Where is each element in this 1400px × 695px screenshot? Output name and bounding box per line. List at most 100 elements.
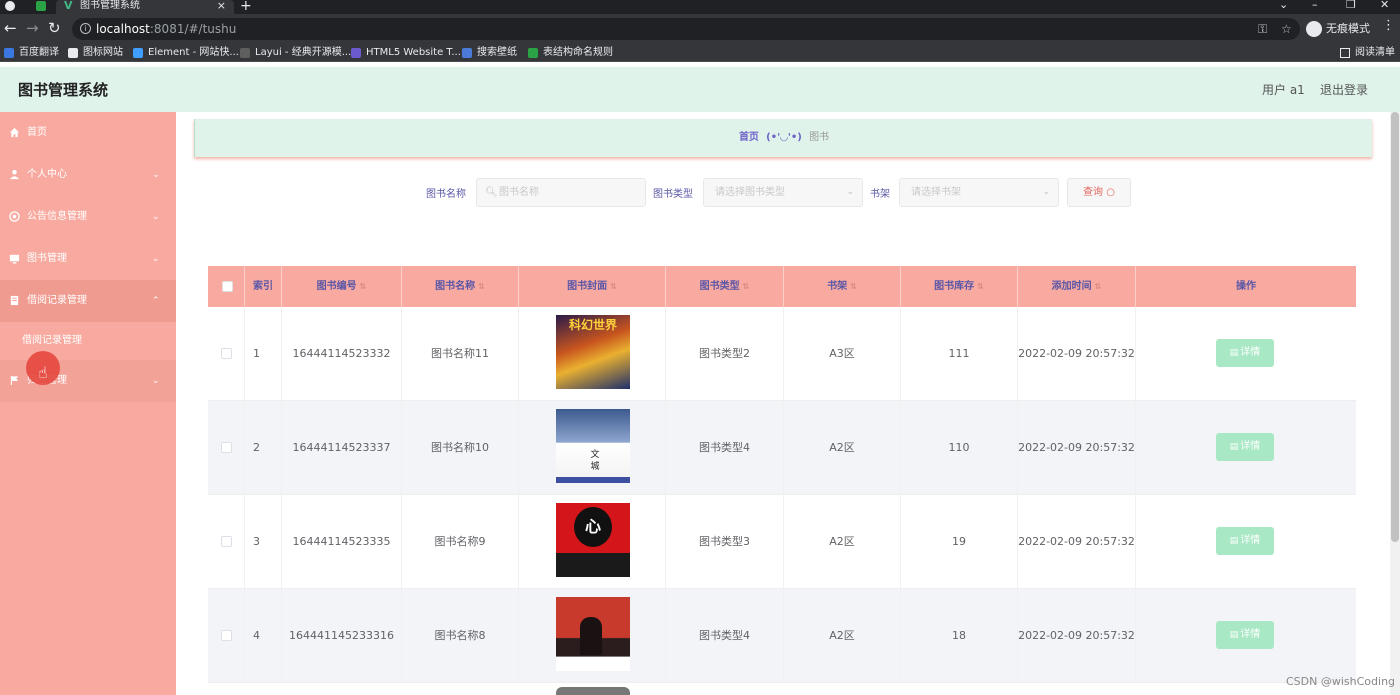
html5-icon [351, 48, 361, 58]
scrollbar-thumb[interactable] [1391, 112, 1399, 542]
new-tab-icon[interactable]: + [240, 0, 252, 14]
cell-index: 2 [245, 401, 282, 495]
cell-index: 4 [245, 589, 282, 683]
reload-icon[interactable]: ↻ [48, 20, 61, 36]
cell-code: 16444114523335 [282, 495, 402, 589]
cell-code: 16444114523332 [282, 307, 402, 401]
cell-time: 2022-02-09 20:57:32 [1018, 401, 1136, 495]
bookmark-item[interactable]: HTML5 Website T... [351, 46, 461, 60]
row-select-cell [208, 495, 245, 589]
shelf-select[interactable]: 请选择书架 ⌄ [899, 178, 1059, 207]
row-checkbox[interactable] [221, 442, 232, 453]
sidebar-item-announcements[interactable]: 公告信息管理 ⌄ [0, 196, 176, 238]
incognito-icon [1306, 21, 1322, 37]
book-type-label: 图书类型 [653, 189, 693, 200]
bookmark-item[interactable]: 表结构命名规则 [528, 46, 613, 60]
detail-button[interactable]: ▤ 详情 [1216, 527, 1274, 555]
site-info-icon[interactable]: i [80, 23, 91, 34]
sort-icon: ⇅ [977, 282, 984, 291]
tab-title: 图书管理系统 [80, 0, 140, 11]
cell-index: 1 [245, 307, 282, 401]
book-cover-image: 科幻世界 [556, 315, 630, 389]
forward-icon[interactable]: → [26, 20, 39, 36]
chevron-down-icon: ⌄ [152, 254, 160, 264]
bookmark-item[interactable]: 搜索壁纸 [462, 46, 517, 60]
browser-menu-kebab-icon[interactable]: ⋮ [1382, 18, 1395, 33]
restore-icon[interactable]: ❐ [1346, 0, 1356, 11]
cell-cover: 文城 [519, 401, 666, 495]
table-row: 3 16444114523335 图书名称9 心 图书类型3 A2区 19 20… [208, 495, 1356, 589]
incognito-label: 无痕模式 [1326, 22, 1370, 35]
browser-menu-icon[interactable] [5, 1, 15, 11]
element-icon [133, 48, 143, 58]
key-icon[interactable]: ⚿ [1258, 18, 1267, 40]
cell-actions: ▤ 详情 [1136, 307, 1356, 401]
close-window-icon[interactable]: ✕ [1380, 0, 1389, 11]
cell-actions: ▤ 详情 [1136, 589, 1356, 683]
bookmark-item[interactable]: 百度翻译 [4, 46, 59, 60]
select-all-cell [208, 266, 245, 307]
table-header: 索引 图书编号 ⇅ 图书名称 ⇅ 图书封面 ⇅ 图书类型 ⇅ 书架 ⇅ 图书库存 ⇅ 添加时… [208, 266, 1356, 307]
column-header-time[interactable]: 添加时间 ⇅ [1018, 266, 1136, 307]
row-checkbox[interactable] [221, 536, 232, 547]
cell-index: 3 [245, 495, 282, 589]
book-name-input[interactable]: 🔍︎ 图书名称 [476, 178, 646, 207]
column-header-cover[interactable]: 图书封面 ⇅ [519, 266, 666, 307]
query-button[interactable]: 查询 ○ [1067, 178, 1131, 207]
column-header-actions: 操作 [1236, 281, 1256, 292]
sidebar-item-personal-center[interactable]: 个人中心 ⌄ [0, 154, 176, 196]
book-cover-image: 文城 [556, 409, 630, 483]
active-tab[interactable]: V 图书管理系统 × [56, 0, 234, 14]
detail-button[interactable]: ▤ 详情 [1216, 339, 1274, 367]
column-header-shelf[interactable]: 书架 ⇅ [784, 266, 901, 307]
breadcrumb-current: 图书 [809, 132, 830, 143]
sort-icon: ⇅ [742, 282, 750, 291]
column-header-index[interactable]: 索引 [245, 266, 282, 307]
book-name-placeholder: 图书名称 [499, 187, 539, 198]
book-type-select[interactable]: 请选择图书类型 ⌄ [703, 178, 863, 207]
vue-favicon-icon: V [64, 0, 73, 12]
column-header-type[interactable]: 图书类型 ⇅ [666, 266, 784, 307]
column-header-code[interactable]: 图书编号 ⇅ [282, 266, 402, 307]
bookmarks-bar: 百度翻译 图标网站 Element - 网站快... Layui - 经典开源模… [0, 44, 1400, 62]
url-input[interactable]: i localhost:8081/#/tushu ⚿ ☆ [72, 18, 1300, 40]
detail-button[interactable]: ▤ 详情 [1216, 433, 1274, 461]
shelf-placeholder: 请选择书架 [911, 187, 961, 198]
bookmark-star-icon[interactable]: ☆ [1281, 18, 1292, 40]
cell-cover: 心 [519, 495, 666, 589]
browser-tab-bar: V 图书管理系统 × + ⌄ – ❐ ✕ [0, 0, 1400, 14]
sidebar-item-borrow-records[interactable]: 借阅记录管理 ⌃ [0, 280, 176, 322]
select-all-checkbox[interactable] [222, 281, 233, 292]
book-type-placeholder: 请选择图书类型 [715, 187, 785, 198]
sidebar-item-books[interactable]: 图书管理 ⌄ [0, 238, 176, 280]
reading-list[interactable]: 阅读清单 [1340, 46, 1395, 60]
cover-band [556, 553, 630, 577]
cell-shelf: A2区 [784, 401, 901, 495]
bookmark-item[interactable]: Layui - 经典开源模... [240, 46, 351, 60]
bookmark-item[interactable]: 图标网站 [68, 46, 123, 60]
back-icon[interactable]: ← [4, 20, 17, 36]
row-select-cell [208, 589, 245, 683]
sort-icon: ⇅ [359, 282, 367, 291]
logout-link[interactable]: 退出登录 [1320, 81, 1368, 98]
search-icon: 🔍︎ [485, 187, 498, 198]
cell-code: 164441145233316 [282, 589, 402, 683]
bookmark-item[interactable]: Element - 网站快... [133, 46, 239, 60]
row-checkbox[interactable] [221, 348, 232, 359]
tab-close-icon[interactable]: × [217, 0, 226, 12]
sidebar-item-home[interactable]: 首页 [0, 112, 176, 154]
minimize-icon[interactable]: – [1312, 0, 1318, 11]
tab-search-icon[interactable]: ⌄ [1279, 0, 1288, 11]
sidebar-item-label: 借阅记录管理 [22, 335, 82, 346]
sidebar-subitem-borrow-records[interactable]: 借阅记录管理 [0, 322, 176, 360]
page-scrollbar[interactable] [1390, 112, 1400, 695]
url-host: localhost [96, 22, 150, 36]
column-header-stock[interactable]: 图书库存 ⇅ [901, 266, 1018, 307]
row-checkbox[interactable] [221, 630, 232, 641]
cell-shelf: A3区 [784, 307, 901, 401]
tab-group-icon[interactable] [36, 1, 46, 11]
breadcrumb-home[interactable]: 首页 [739, 132, 759, 143]
detail-button[interactable]: ▤ 详情 [1216, 621, 1274, 649]
column-header-name[interactable]: 图书名称 ⇅ [402, 266, 519, 307]
incognito-indicator[interactable]: 无痕模式 [1306, 18, 1370, 40]
